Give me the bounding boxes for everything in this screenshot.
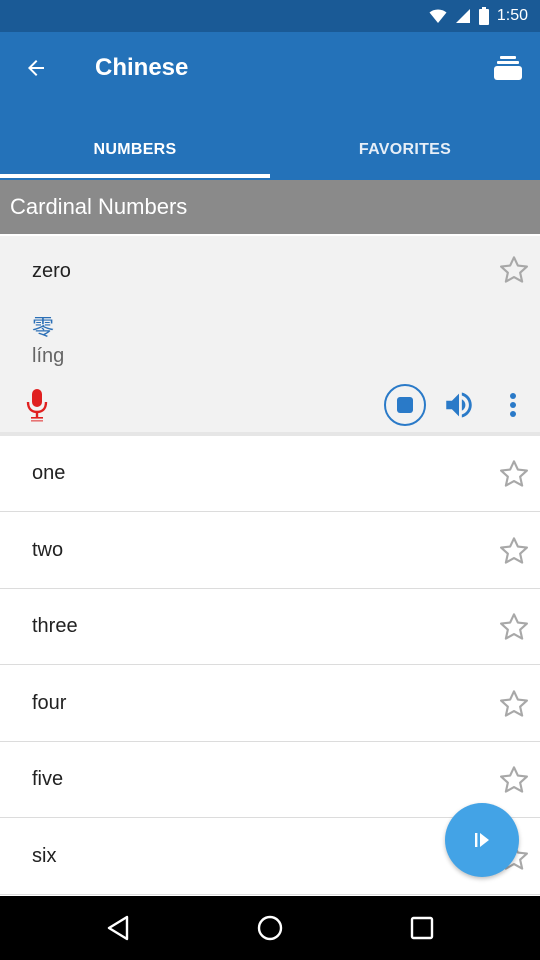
- arrow-left-icon: [28, 60, 44, 76]
- card-stack-button[interactable]: [486, 46, 530, 90]
- nav-home-icon: [257, 915, 283, 941]
- item-word: four: [32, 692, 67, 714]
- pinyin: líng: [32, 345, 65, 367]
- more-options-button[interactable]: [500, 386, 526, 424]
- card-stack-icon: [494, 56, 522, 80]
- star-outline-icon: [500, 460, 528, 487]
- tab-favorites[interactable]: FAVORITES: [270, 122, 540, 178]
- star-outline-icon: [500, 537, 528, 564]
- battery-icon: [478, 7, 489, 25]
- play-audio-button[interactable]: [440, 386, 478, 424]
- nav-back-button[interactable]: [96, 906, 140, 950]
- tab-indicator: [0, 174, 270, 178]
- star-outline-icon: [500, 256, 528, 283]
- favorite-button[interactable]: [498, 611, 530, 648]
- system-nav-bar: [0, 896, 540, 960]
- chinese-character: 零: [32, 316, 55, 341]
- record-button[interactable]: [20, 386, 54, 424]
- item-word: one: [32, 462, 66, 484]
- nav-home-button[interactable]: [248, 906, 292, 950]
- list-item[interactable]: five: [0, 742, 540, 818]
- favorite-button[interactable]: [498, 535, 530, 572]
- list-item[interactable]: three: [0, 589, 540, 665]
- tab-numbers[interactable]: NUMBERS: [0, 122, 270, 178]
- app-bar: Chinese NUMBERS FAVORITES: [0, 32, 540, 180]
- favorite-button[interactable]: [498, 254, 530, 291]
- list-item[interactable]: one: [0, 436, 540, 512]
- status-icons: 1:50: [429, 0, 528, 32]
- nav-recents-button[interactable]: [400, 906, 444, 950]
- favorite-button[interactable]: [498, 688, 530, 725]
- page-title: Chinese: [95, 54, 189, 81]
- play-icon: [475, 833, 489, 847]
- item-word: two: [32, 539, 64, 561]
- star-outline-icon: [500, 766, 528, 793]
- stop-icon: [397, 397, 413, 413]
- status-bar: 1:50: [0, 0, 540, 32]
- item-word: five: [32, 768, 64, 790]
- signal-icon: [455, 8, 471, 24]
- item-word: three: [32, 615, 78, 637]
- play-all-button[interactable]: [445, 803, 519, 877]
- nav-recents-icon: [410, 916, 434, 940]
- volume-icon: [446, 392, 472, 418]
- section-header: Cardinal Numbers: [0, 180, 540, 234]
- star-outline-icon: [500, 613, 528, 640]
- expanded-list-item[interactable]: zero 零 líng: [0, 236, 540, 432]
- nav-back-icon: [107, 915, 129, 941]
- microphone-icon: [26, 389, 48, 422]
- more-vert-icon: [510, 393, 516, 417]
- favorite-button[interactable]: [498, 458, 530, 495]
- item-word: six: [32, 845, 57, 867]
- section-title: Cardinal Numbers: [10, 194, 188, 219]
- star-outline-icon: [500, 690, 528, 717]
- wifi-icon: [429, 8, 447, 24]
- item-word: zero: [32, 260, 71, 282]
- back-button[interactable]: [12, 44, 60, 92]
- favorite-button[interactable]: [498, 764, 530, 801]
- status-time: 1:50: [496, 7, 528, 24]
- list-item[interactable]: four: [0, 666, 540, 742]
- list-item[interactable]: two: [0, 513, 540, 589]
- stop-button[interactable]: [384, 384, 426, 426]
